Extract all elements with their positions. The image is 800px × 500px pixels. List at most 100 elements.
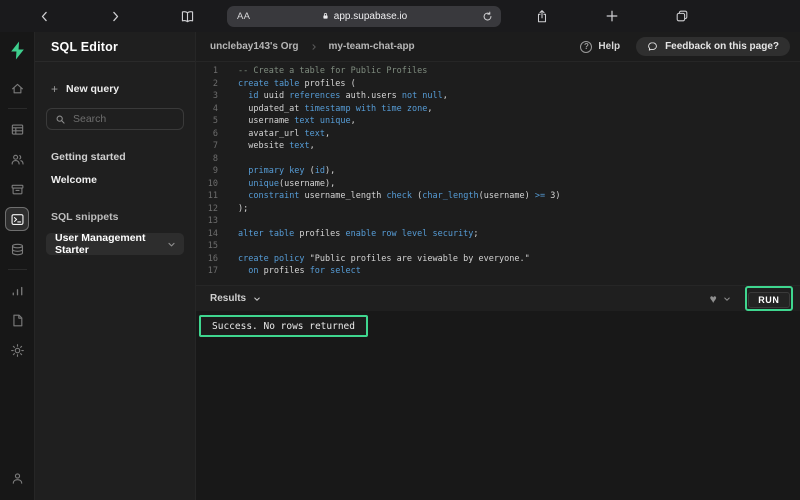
address-bar[interactable]: AA app.supabase.io: [227, 5, 501, 27]
new-tab-button[interactable]: [605, 9, 619, 23]
code-line: 12);: [196, 203, 800, 216]
tabs-icon: [675, 9, 689, 23]
reload-button[interactable]: [482, 11, 493, 22]
rail-storage-button[interactable]: [5, 177, 29, 201]
code-text: create policy "Public profiles are viewa…: [238, 253, 530, 264]
archive-box-icon: [10, 182, 25, 197]
line-number: 13: [207, 216, 218, 226]
nav-rail: [0, 32, 35, 500]
breadcrumb-org[interactable]: unclebay143's Org: [210, 41, 299, 52]
user-icon: [10, 471, 25, 486]
reload-icon: [482, 11, 493, 22]
rail-settings-button[interactable]: [5, 338, 29, 362]
code-line: 2 create table profiles (: [196, 78, 800, 91]
code-line: 14 alter table profiles enable row level …: [196, 228, 800, 241]
search-box[interactable]: [46, 108, 184, 130]
code-line: 6 avatar_url text,: [196, 128, 800, 141]
rail-profile-button[interactable]: [5, 466, 29, 490]
sidebar-item-welcome[interactable]: Welcome: [46, 174, 184, 186]
line-number: 10: [207, 178, 218, 189]
line-number: 2: [212, 78, 218, 89]
heart-icon: ♥: [709, 291, 717, 306]
chevron-right-icon: [310, 43, 318, 51]
chevron-right-icon: [109, 10, 122, 23]
plus-icon: +: [51, 82, 59, 96]
results-actions: ♥ RUN: [710, 286, 793, 311]
main-header: unclebay143's Org my-team-chat-app ? Hel…: [196, 32, 800, 62]
code-line: 15: [196, 240, 800, 253]
code-text: create table profiles (: [238, 78, 356, 89]
code-line: 11 constraint username_length check (cha…: [196, 190, 800, 203]
sql-snippets-label: SQL snippets: [51, 211, 119, 223]
feedback-button[interactable]: Feedback on this page?: [636, 37, 790, 56]
code-text: on profiles for select: [248, 266, 361, 276]
new-query-button[interactable]: + New query: [46, 82, 119, 96]
code-text: );: [238, 203, 249, 214]
browser-toolbar: AA app.supabase.io: [0, 0, 800, 32]
results-panel: Success. No rows returned: [196, 311, 800, 500]
line-number: 14: [207, 228, 218, 239]
line-number: 8: [212, 153, 218, 164]
favorite-button[interactable]: ♥: [710, 293, 717, 305]
line-number: 16: [207, 253, 218, 264]
browser-bookmarks-button[interactable]: [180, 9, 195, 24]
open-book-icon: [180, 9, 195, 24]
rail-auth-button[interactable]: [5, 147, 29, 171]
rail-table-editor-button[interactable]: [5, 117, 29, 141]
code-line: 5 username text unique,: [196, 115, 800, 128]
question-circle-icon: ?: [580, 40, 593, 53]
browser-back-button[interactable]: [38, 10, 51, 23]
help-button[interactable]: ? Help: [580, 40, 620, 53]
share-button[interactable]: [535, 9, 549, 24]
chevron-down-icon: [167, 240, 176, 249]
code-text: id uuid references auth.users not null,: [248, 91, 448, 101]
code-text: alter table profiles enable row level se…: [238, 228, 479, 239]
line-number: 11: [207, 191, 218, 201]
snippet-select[interactable]: User Management Starter: [46, 232, 184, 256]
sql-code-editor[interactable]: 1 -- Create a table for Public Profiles 2 c…: [196, 62, 800, 285]
rail-logs-button[interactable]: [5, 308, 29, 332]
run-options-dropdown[interactable]: [723, 295, 731, 303]
code-text: avatar_url text,: [238, 128, 331, 139]
results-dropdown[interactable]: Results: [210, 293, 261, 304]
run-button-highlight: RUN: [744, 286, 793, 311]
breadcrumb-project[interactable]: my-team-chat-app: [329, 41, 415, 52]
search-input[interactable]: [73, 113, 173, 125]
code-text: website text,: [238, 141, 315, 151]
code-text: -- Create a table for Public Profiles: [238, 66, 428, 76]
rail-reports-button[interactable]: [5, 278, 29, 302]
line-number: 12: [207, 203, 218, 214]
line-number: 9: [212, 166, 218, 176]
line-number: 5: [212, 116, 218, 126]
code-line: 4 updated_at timestamp with time zone,: [196, 103, 800, 116]
code-line: 8: [196, 153, 800, 166]
code-line: 16 create policy "Public profiles are vie…: [196, 253, 800, 266]
search-icon: [55, 114, 66, 125]
header-actions: ? Help Feedback on this page?: [580, 37, 790, 56]
code-line: 3 id uuid references auth.users not null…: [196, 90, 800, 103]
users-icon: [10, 152, 25, 167]
tab-overview-button[interactable]: [675, 9, 689, 23]
bar-chart-icon: [10, 283, 25, 298]
plus-icon: [605, 9, 619, 23]
line-number: 6: [212, 128, 218, 139]
terminal-icon: [10, 212, 25, 227]
rail-home-button[interactable]: [5, 76, 29, 100]
browser-forward-button[interactable]: [109, 10, 122, 23]
results-toolbar: Results ♥ RUN: [196, 285, 800, 311]
line-number: 15: [207, 241, 218, 251]
getting-started-label: Getting started: [51, 151, 126, 163]
app-shell: SQL Editor + New query Getting started W…: [0, 32, 800, 500]
line-number: 1: [212, 66, 218, 76]
rail-database-button[interactable]: [5, 237, 29, 261]
run-button[interactable]: RUN: [748, 291, 790, 308]
supabase-logo[interactable]: [7, 39, 27, 61]
code-text: username text unique,: [238, 116, 356, 126]
line-number: 3: [212, 91, 218, 101]
table-icon: [10, 122, 25, 137]
breadcrumb: unclebay143's Org my-team-chat-app: [210, 41, 415, 52]
home-icon: [10, 81, 25, 96]
rail-sql-editor-button[interactable]: [5, 207, 29, 231]
